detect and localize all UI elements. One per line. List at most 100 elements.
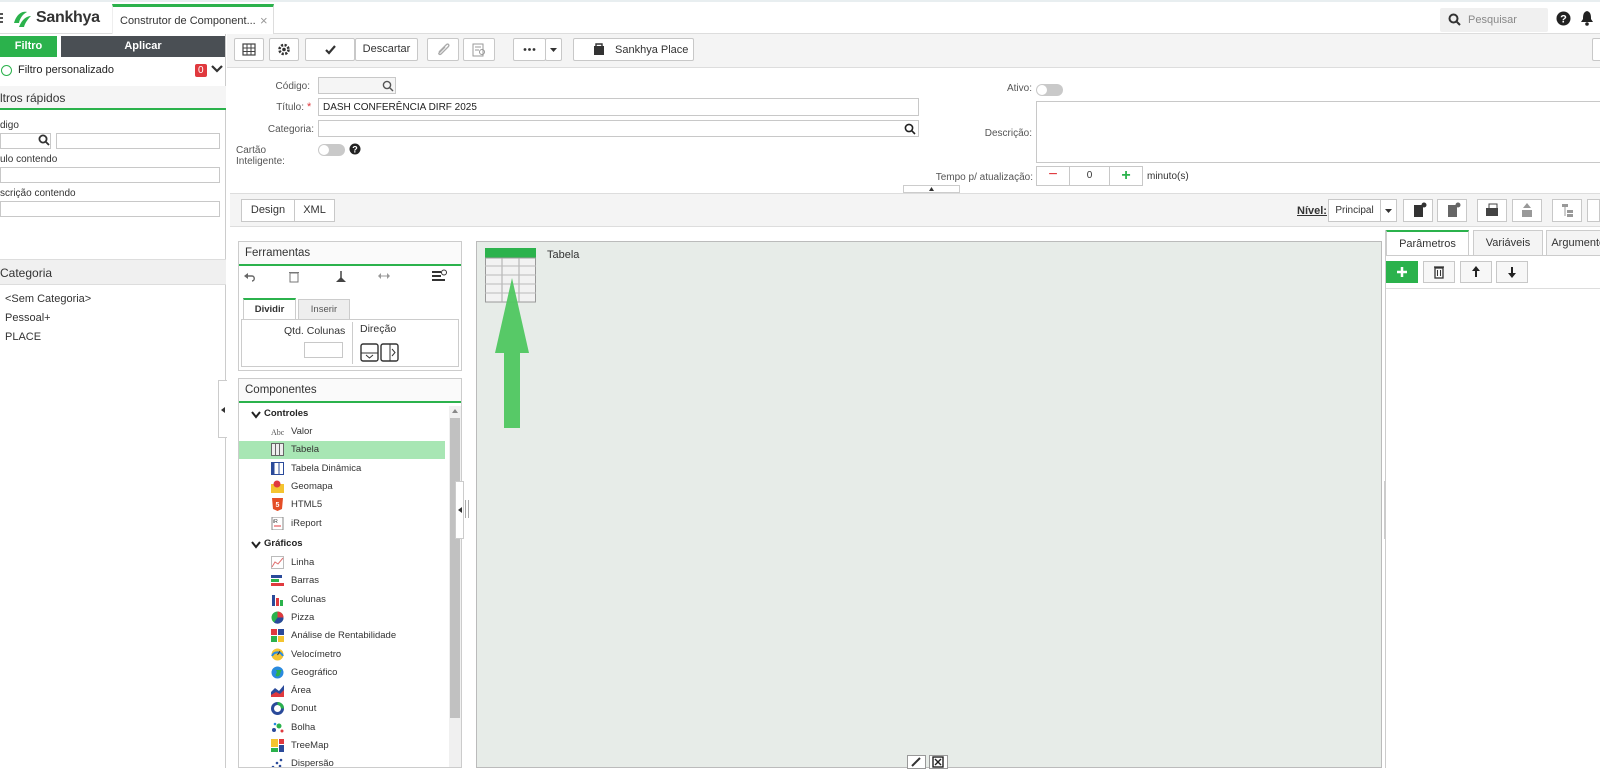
titulo-input[interactable]: DASH CONFERÊNCIA DIRF 2025 <box>318 98 919 116</box>
tempo-increment-button[interactable]: + <box>1109 166 1143 186</box>
more-design-button[interactable] <box>1587 199 1600 222</box>
component-item-label: Tabela Dinâmica <box>291 462 362 474</box>
component-item-pie-chart[interactable]: Pizza <box>239 609 445 627</box>
collapse-form-handle[interactable] <box>903 185 960 193</box>
properties-icon[interactable] <box>431 269 447 283</box>
grid-view-button[interactable] <box>234 38 264 61</box>
group-graficos[interactable]: Gráficos <box>264 538 303 549</box>
tab-parametros[interactable]: Parâmetros <box>1386 230 1469 255</box>
component-item-html5[interactable]: 5 HTML5 <box>239 496 445 514</box>
splitter-grip[interactable] <box>465 500 469 518</box>
component-item-treemap[interactable]: TreeMap <box>239 737 445 755</box>
component-item-geomap[interactable]: Geomapa <box>239 478 445 496</box>
delete-parameter-button[interactable] <box>1423 261 1455 283</box>
component-item-line-chart[interactable]: Linha <box>239 554 445 572</box>
tab-argumentos[interactable]: Argumentos <box>1546 230 1600 255</box>
resize-icon[interactable] <box>377 272 391 280</box>
broom-icon[interactable] <box>334 270 348 283</box>
settings-button[interactable] <box>269 38 299 61</box>
more-options-button[interactable] <box>513 38 546 61</box>
component-item-bar-chart[interactable]: Barras <box>239 572 445 590</box>
component-item-ireport[interactable]: iR iReport <box>239 515 445 533</box>
tab-variaveis[interactable]: Variáveis <box>1473 230 1543 255</box>
component-item-bubble-chart[interactable]: Bolha <box>239 719 445 737</box>
tempo-input[interactable]: 0 <box>1069 166 1110 186</box>
component-item-profitability[interactable]: Análise de Rentabilidade <box>239 627 445 645</box>
component-item-column-chart[interactable]: Colunas <box>239 591 445 609</box>
collapse-left-panel-handle[interactable] <box>218 380 227 438</box>
tab-xml[interactable]: XML <box>294 199 335 222</box>
scrollbar[interactable] <box>449 406 461 767</box>
undo-icon[interactable] <box>243 271 257 283</box>
component-item-abc[interactable]: Abc Valor <box>239 423 445 441</box>
new-level-button[interactable] <box>1403 199 1433 222</box>
search-icon[interactable] <box>382 80 394 92</box>
nivel-dropdown[interactable] <box>1380 199 1397 222</box>
codigo-input[interactable] <box>318 77 396 94</box>
trash-icon[interactable] <box>288 270 300 283</box>
search-input[interactable]: Pesquisar <box>1440 8 1548 32</box>
component-item-table[interactable]: Tabela <box>239 441 445 460</box>
cartao-inteligente-toggle[interactable] <box>318 144 345 156</box>
split-horizontal-icon[interactable] <box>380 343 399 362</box>
divider <box>352 322 353 364</box>
remove-button[interactable] <box>929 755 948 769</box>
attach-button[interactable] <box>427 38 459 61</box>
component-item-pivot-table[interactable]: Tabela Dinâmica <box>239 460 445 478</box>
tab-inserir[interactable]: Inserir <box>298 299 350 320</box>
tempo-decrement-button[interactable]: − <box>1036 166 1070 186</box>
category-item[interactable]: Pessoal+ <box>5 312 51 324</box>
component-item-scatter-chart[interactable]: Dispersão <box>239 755 445 767</box>
codigo-description-input[interactable] <box>56 133 220 149</box>
component-item-area-chart[interactable]: Área <box>239 682 445 700</box>
tab-construtor[interactable]: Construtor de Component... × <box>112 4 274 36</box>
sankhya-place-button[interactable]: Sankhya Place <box>573 38 694 61</box>
aplicar-button[interactable]: Aplicar <box>61 36 225 57</box>
group-controles[interactable]: Controles <box>264 408 308 419</box>
move-up-button[interactable] <box>1460 261 1492 283</box>
component-item-globe[interactable]: Geográfico <box>239 664 445 682</box>
scrollbar-thumb[interactable] <box>450 418 460 718</box>
edit-button[interactable] <box>907 755 926 769</box>
component-item-gauge[interactable]: Velocímetro <box>239 646 445 664</box>
move-down-button[interactable] <box>1496 261 1528 283</box>
search-icon[interactable] <box>38 134 50 146</box>
add-parameter-button[interactable] <box>1386 261 1418 283</box>
hierarchy-button[interactable] <box>1552 199 1582 222</box>
category-item[interactable]: <Sem Categoria> <box>5 293 91 305</box>
filtro-button[interactable]: Filtro <box>0 36 57 57</box>
toolbar-extra-button[interactable] <box>1592 38 1600 61</box>
descricao-textarea[interactable] <box>1036 101 1600 163</box>
descricao-filter-input[interactable] <box>0 201 220 217</box>
help-icon[interactable]: ? <box>349 143 361 155</box>
chevron-down-icon[interactable] <box>251 411 261 419</box>
confirm-button[interactable] <box>305 38 355 61</box>
design-canvas[interactable]: Tabela <box>476 241 1382 769</box>
custom-filter-radio[interactable] <box>1 65 12 76</box>
bell-icon[interactable] <box>1580 10 1594 26</box>
preview-button[interactable] <box>463 38 495 61</box>
import-button[interactable] <box>1512 199 1542 222</box>
search-icon[interactable] <box>904 123 916 135</box>
more-options-dropdown[interactable] <box>545 38 562 61</box>
titulo-filter-input[interactable] <box>0 167 220 183</box>
nivel-select[interactable]: Principal <box>1328 199 1381 222</box>
tab-design[interactable]: Design <box>241 199 295 222</box>
ativo-toggle[interactable] <box>1036 84 1063 96</box>
split-vertical-icon[interactable] <box>360 343 379 362</box>
categoria-input[interactable] <box>318 120 919 137</box>
collapse-tools-panel-handle[interactable] <box>455 481 464 539</box>
qtd-colunas-input[interactable] <box>304 342 343 358</box>
category-item[interactable]: PLACE <box>5 331 41 343</box>
export-button[interactable] <box>1477 199 1507 222</box>
edit-level-button[interactable] <box>1437 199 1467 222</box>
tab-dividir[interactable]: Dividir <box>243 298 296 320</box>
descartar-button[interactable]: Descartar <box>355 38 418 61</box>
menu-icon[interactable] <box>0 11 6 25</box>
component-item-donut-chart[interactable]: Donut <box>239 700 445 718</box>
help-icon[interactable]: ? <box>1556 11 1571 26</box>
chevron-down-icon[interactable] <box>251 541 261 549</box>
chevron-down-icon[interactable] <box>211 64 223 74</box>
sankhya-place-label: Sankhya Place <box>615 44 689 56</box>
close-icon[interactable]: × <box>260 13 268 28</box>
